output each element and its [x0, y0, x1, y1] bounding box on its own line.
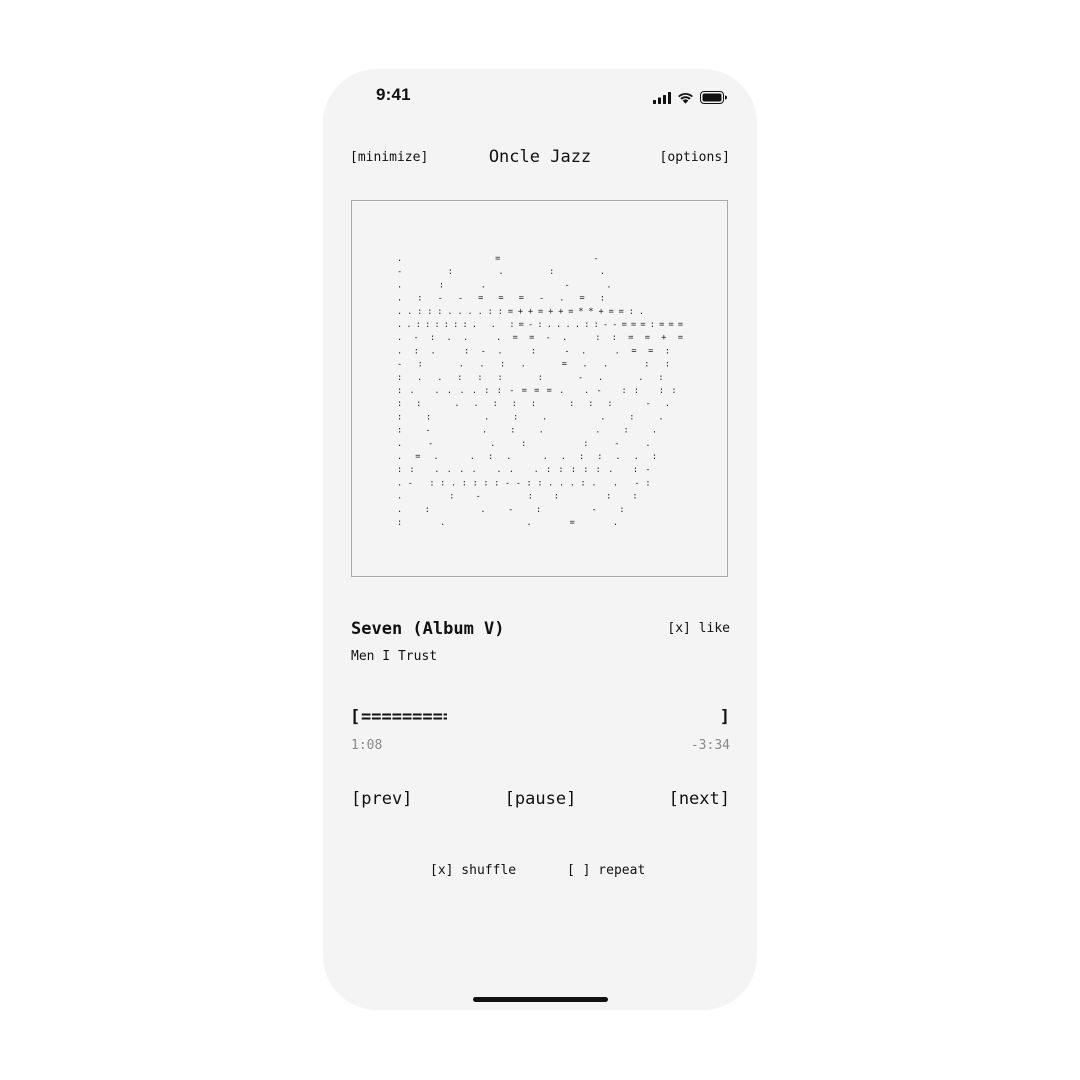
status-icons — [653, 89, 727, 108]
wifi-icon — [677, 89, 694, 108]
ascii-art-icon: .=- -:.:. .:. -. .:--===-.=: ..:::....::… — [397, 254, 683, 528]
ascii-art-line: :..::: : -. .: — [397, 373, 664, 383]
ascii-art-line: ..:::....::=++=++=**+==:. — [397, 307, 644, 317]
ascii-art-line: .- .: :-. — [397, 439, 651, 449]
options-button[interactable]: [options] — [660, 150, 730, 165]
ascii-art-line: .- ::.::::--::...:. . -: — [397, 478, 651, 488]
ascii-art-line: :: .... .. .:::::. :- — [397, 465, 651, 475]
ascii-art-line: :. .=. — [397, 518, 618, 528]
ascii-art-line: .:--===-.=: — [397, 294, 605, 304]
album-artwork: .=- -:.:. .:. -. .:--===-.=: ..:::....::… — [351, 200, 728, 577]
battery-icon — [700, 89, 727, 108]
status-bar: 9:41 — [323, 69, 757, 125]
ascii-art-line: .=- — [397, 254, 599, 264]
ascii-art-line: .-:.. .==-. ::==+= — [397, 333, 683, 343]
next-button[interactable]: [next] — [669, 789, 730, 809]
ascii-art-line: ..::::::. . :=-:....::--===:=== — [397, 320, 683, 330]
remaining-time: -3:34 — [690, 738, 730, 753]
ascii-art-line: -:.:. — [397, 267, 605, 277]
repeat-toggle[interactable]: [ ] repeat — [567, 863, 645, 878]
like-toggle[interactable]: [x] like — [667, 621, 730, 636]
ascii-art-line: .:. :-. : -. .==: — [397, 346, 670, 356]
ascii-art-line: :. ....::-===. .- :: :: — [397, 386, 677, 396]
cellular-signal-icon — [653, 89, 671, 108]
ascii-art-line: -: ..:. =.. :: — [397, 360, 670, 370]
progress-open-bracket: [ — [350, 707, 361, 727]
progress-bar[interactable]: [ ======================================… — [350, 707, 730, 729]
ascii-art-line: . :- :: :: — [397, 492, 638, 502]
ascii-art-line: .: .-: -: — [397, 505, 625, 515]
ascii-art-line: .=. .:. ..::..: — [397, 452, 657, 462]
ascii-art-line: .:. -. — [397, 280, 612, 290]
ascii-art-line: :: .:. .:. — [397, 412, 664, 422]
elapsed-time: 1:08 — [351, 738, 383, 753]
playback-controls: [prev] [pause] [next] — [351, 789, 730, 813]
home-indicator[interactable] — [473, 997, 608, 1002]
track-title: Seven (Album V) — [351, 619, 505, 639]
progress-close-bracket: ] — [719, 707, 730, 727]
ascii-art-line: :- .:. .:. — [397, 426, 657, 436]
phone-screen: 9:41 [minimize] Oncle Jazz [options] .=-… — [323, 69, 757, 1010]
ascii-art-line: :: ..::: ::: -. — [397, 399, 670, 409]
player-header: [minimize] Oncle Jazz [options] — [350, 147, 730, 169]
track-artist: Men I Trust — [351, 649, 438, 664]
progress-fill: ========================================… — [361, 707, 447, 727]
shuffle-toggle[interactable]: [x] shuffle — [430, 863, 516, 878]
status-time: 9:41 — [376, 85, 411, 104]
